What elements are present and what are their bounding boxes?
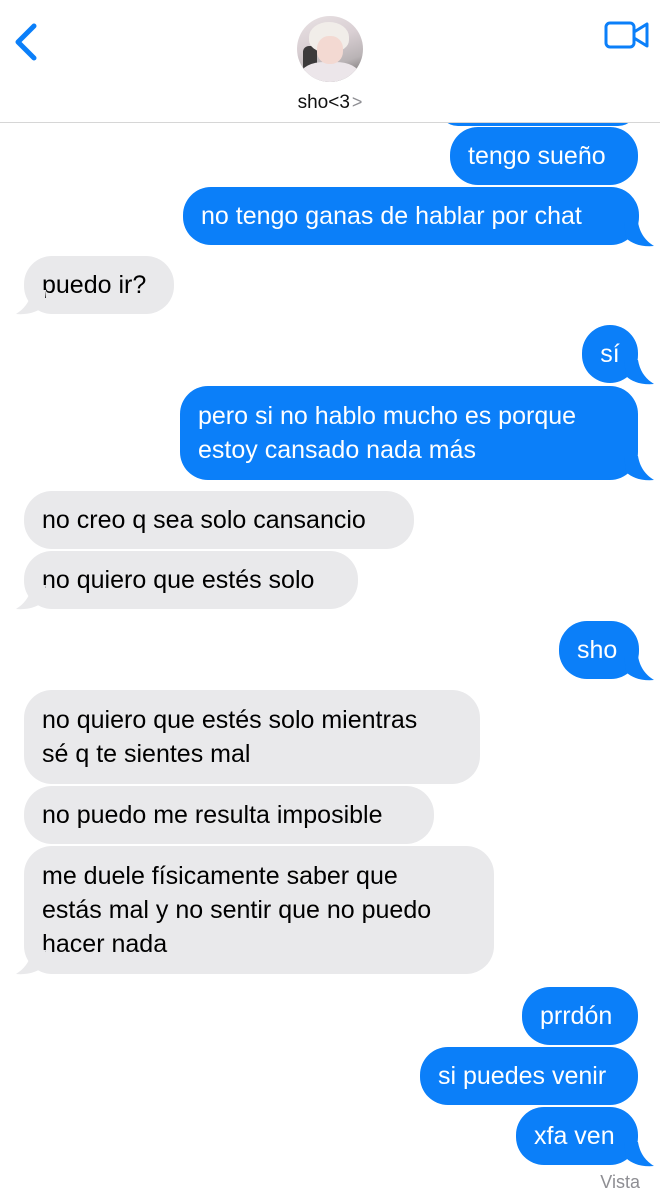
bubble-tail bbox=[624, 656, 654, 681]
back-button[interactable] bbox=[10, 22, 46, 62]
message-bubble-outgoing[interactable]: pero si no hablo mucho es porque estoy c… bbox=[180, 386, 638, 480]
message-bubble-outgoing[interactable]: no tengo ganas de hablar por chat bbox=[183, 187, 639, 245]
chevron-left-icon bbox=[15, 23, 37, 61]
bubble-tail bbox=[624, 1142, 654, 1167]
message-text: no quiero que estés solo mientras sé q t… bbox=[42, 706, 418, 768]
message-text: no puedo me resulta imposible bbox=[42, 801, 383, 829]
message-text: me duele físicamente saber que estás mal… bbox=[42, 862, 432, 958]
message-text: no tengo ganas de hablar por chat bbox=[201, 202, 582, 230]
message-bubble-outgoing[interactable]: xfa ven bbox=[516, 1107, 638, 1165]
message-bubble-outgoing[interactable]: tengo sueño bbox=[450, 127, 638, 185]
conversation-header: sho<3 > bbox=[0, 0, 660, 123]
read-receipt: Vista bbox=[600, 1172, 640, 1192]
message-text: sí bbox=[600, 340, 620, 368]
message-bubble-incoming[interactable]: no quiero que estés solo mientras sé q t… bbox=[24, 690, 480, 784]
contact-name-button[interactable]: sho<3 > bbox=[0, 92, 660, 114]
message-text: no quiero que estés solo bbox=[42, 566, 315, 594]
bubble-tail bbox=[16, 950, 46, 975]
message-thread: tengo sueño no tengo ganas de hablar por… bbox=[0, 0, 660, 1200]
message-bubble-outgoing[interactable]: prrdón bbox=[522, 987, 638, 1045]
message-text: xfa ven bbox=[534, 1122, 615, 1150]
bubble-tail bbox=[624, 222, 654, 247]
message-bubble-incoming[interactable]: no creo q sea solo cansancio bbox=[24, 491, 414, 549]
bubble-tail bbox=[16, 585, 46, 610]
avatar[interactable] bbox=[297, 16, 363, 82]
chevron-right-icon: > bbox=[351, 92, 363, 112]
message-bubble-incoming[interactable]: puedo ir? bbox=[24, 256, 174, 314]
message-text: prrdón bbox=[540, 1002, 613, 1030]
message-bubble-incoming[interactable]: me duele físicamente saber que estás mal… bbox=[24, 846, 494, 974]
message-text: no creo q sea solo cansancio bbox=[42, 506, 366, 534]
message-text: sho bbox=[577, 636, 618, 664]
message-bubble-incoming[interactable]: no puedo me resulta imposible bbox=[24, 786, 434, 844]
message-text: pero si no hablo mucho es porque estoy c… bbox=[198, 402, 577, 464]
bubble-tail bbox=[624, 360, 654, 385]
message-text: si puedes venir bbox=[438, 1062, 607, 1090]
message-text: tengo sueño bbox=[468, 142, 606, 170]
contact-name: sho<3 bbox=[297, 92, 350, 113]
video-camera-icon bbox=[604, 21, 649, 49]
video-call-button[interactable] bbox=[604, 20, 650, 50]
bubble-tail bbox=[16, 290, 46, 315]
bubble-tail bbox=[624, 456, 654, 481]
message-bubble-incoming[interactable]: no quiero que estés solo bbox=[24, 551, 358, 609]
message-bubble-outgoing[interactable]: si puedes venir bbox=[420, 1047, 638, 1105]
message-text: puedo ir? bbox=[42, 271, 147, 299]
